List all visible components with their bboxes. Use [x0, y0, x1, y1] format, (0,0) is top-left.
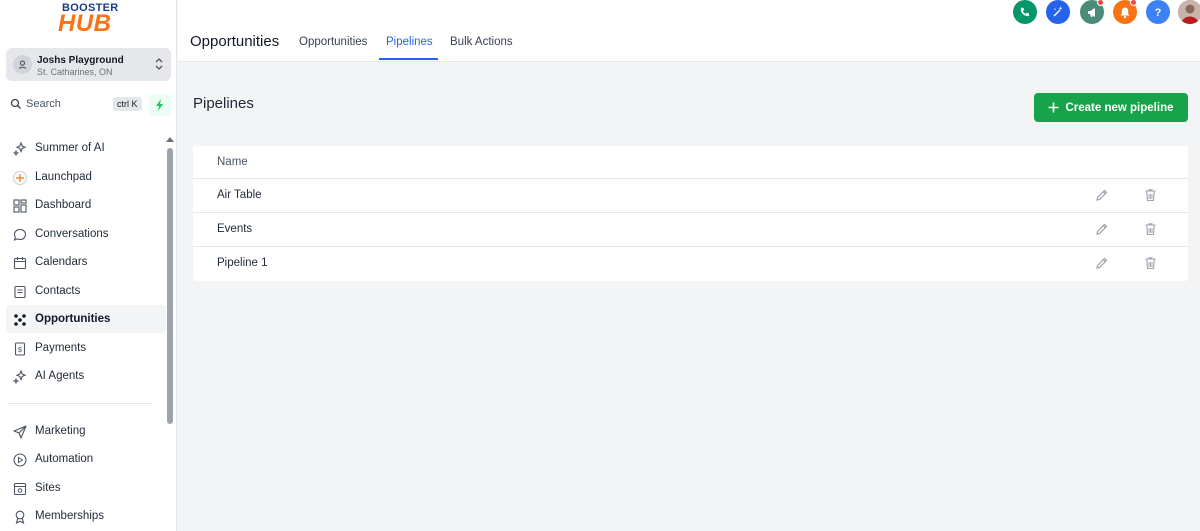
table-row: Pipeline 1	[193, 247, 1188, 281]
tab-pipelines[interactable]: Pipelines	[386, 36, 433, 48]
sidebar-item-memberships[interactable]: Memberships	[6, 502, 166, 530]
user-avatar[interactable]	[1178, 0, 1200, 24]
search-label: Search	[26, 98, 61, 110]
sidebar-item-label: Payments	[35, 341, 87, 354]
brand-line2: HUB	[58, 10, 112, 37]
brand-logo[interactable]: BOOSTER HUB	[58, 2, 120, 37]
page-title: Opportunities	[190, 33, 280, 50]
pipelines-table: Name Air Table Events Pipeline 1	[193, 146, 1188, 281]
active-tab-indicator	[379, 58, 438, 60]
sidebar-item-label: Launchpad	[35, 170, 92, 183]
question-mark-icon: ?	[1155, 7, 1162, 18]
section-title: Pipelines	[193, 95, 254, 112]
top-header: Opportunities Opportunities Pipelines Bu…	[178, 0, 1200, 62]
sidebar-item-label: Sites	[35, 481, 61, 494]
account-name: Joshs Playground	[37, 55, 124, 66]
bolt-icon	[156, 99, 163, 111]
send-icon	[13, 424, 27, 439]
trash-icon[interactable]	[1144, 256, 1157, 270]
table-row: Events	[193, 213, 1188, 247]
sidebar-scrollbar[interactable]	[167, 148, 173, 424]
magic-wand-icon	[1053, 6, 1063, 17]
sidebar-item-label: Opportunities	[35, 313, 111, 325]
sparkles-icon	[12, 141, 27, 157]
megaphone-icon	[1087, 7, 1095, 17]
bell-icon	[1120, 7, 1130, 18]
svg-text:$: $	[18, 347, 22, 354]
search-shortcut: ctrl K	[113, 97, 142, 111]
svg-text:?: ?	[1155, 7, 1162, 18]
opportunities-icon	[14, 314, 26, 326]
chat-bubble-icon	[13, 228, 27, 241]
sidebar-item-launchpad[interactable]: Launchpad	[6, 163, 166, 191]
sidebar-item-automation[interactable]: Automation	[6, 445, 166, 473]
help-button[interactable]: ?	[1146, 0, 1170, 24]
account-switcher[interactable]: Joshs Playground St. Catharines, ON	[6, 48, 171, 81]
search-icon	[10, 98, 21, 109]
sidebar-item-ai-agents[interactable]: AI Agents	[6, 362, 166, 390]
table-row: Air Table	[193, 179, 1188, 213]
location-icon	[13, 55, 32, 74]
sidebar-divider	[8, 403, 152, 404]
tab-bulk-actions[interactable]: Bulk Actions	[450, 36, 513, 48]
sidebar-item-calendars[interactable]: Calendars	[6, 248, 166, 276]
sidebar-item-label: Calendars	[35, 256, 88, 268]
sidebar-item-label: Memberships	[35, 510, 105, 522]
sidebar-item-opportunities[interactable]: Opportunities	[6, 305, 166, 333]
sidebar-item-summer-of-ai[interactable]: Summer of AI	[6, 134, 166, 162]
edit-icon[interactable]	[1095, 188, 1109, 202]
phone-icon	[1020, 7, 1030, 17]
pipeline-name: Events	[217, 223, 253, 235]
unread-indicator	[1130, 0, 1137, 6]
edit-icon[interactable]	[1095, 256, 1109, 270]
account-location: St. Catharines, ON	[37, 67, 113, 77]
sidebar-item-conversations[interactable]: Conversations	[6, 220, 166, 248]
sidebar-item-contacts[interactable]: Contacts	[6, 277, 166, 305]
sidebar-item-sites[interactable]: Sites	[6, 474, 166, 502]
search-input[interactable]: Search ctrl K	[6, 94, 144, 116]
tab-opportunities[interactable]: Opportunities	[299, 36, 367, 48]
sidebar: BOOSTER HUB Joshs Playground St. Cathari…	[0, 0, 177, 531]
sidebar-item-label: Conversations	[35, 227, 109, 240]
create-pipeline-button[interactable]: Create new pipeline	[1034, 93, 1188, 122]
calendar-icon	[13, 257, 27, 270]
payments-icon: $	[14, 341, 26, 356]
table-header: Name	[193, 146, 1188, 179]
trash-icon[interactable]	[1144, 188, 1157, 202]
dashboard-icon	[13, 199, 27, 213]
sidebar-item-label: Contacts	[35, 284, 81, 297]
unread-indicator	[1097, 0, 1104, 6]
phone-button[interactable]	[1013, 0, 1037, 24]
plus-icon	[1048, 102, 1059, 113]
ai-assistant-button[interactable]	[1046, 0, 1070, 24]
quick-action-button[interactable]	[149, 94, 171, 116]
memberships-icon	[15, 510, 25, 525]
sparkles-icon	[12, 369, 27, 385]
chevron-updown-icon	[155, 58, 163, 70]
sidebar-item-label: Automation	[35, 453, 94, 465]
pipeline-name: Pipeline 1	[217, 257, 268, 269]
automation-icon	[13, 453, 27, 467]
sidebar-item-payments[interactable]: $ Payments	[6, 334, 166, 362]
scroll-up-arrow[interactable]	[166, 137, 174, 142]
sidebar-item-label: Marketing	[35, 424, 86, 437]
contacts-icon	[14, 285, 26, 298]
avatar-photo-icon	[1178, 0, 1200, 24]
sidebar-item-dashboard[interactable]: Dashboard	[6, 191, 166, 219]
sidebar-item-label: Dashboard	[35, 199, 92, 211]
sidebar-item-label: Summer of AI	[35, 142, 105, 154]
announcements-button[interactable]	[1080, 0, 1104, 24]
sidebar-item-label: AI Agents	[35, 370, 85, 382]
sites-icon	[13, 482, 27, 495]
sidebar-item-marketing[interactable]: Marketing	[6, 417, 166, 445]
notifications-button[interactable]	[1113, 0, 1137, 24]
create-pipeline-label: Create new pipeline	[1065, 101, 1174, 114]
column-header-name: Name	[217, 156, 248, 168]
trash-icon[interactable]	[1144, 222, 1157, 236]
launchpad-icon	[12, 170, 28, 185]
edit-icon[interactable]	[1095, 222, 1109, 236]
pipeline-name: Air Table	[217, 189, 262, 201]
